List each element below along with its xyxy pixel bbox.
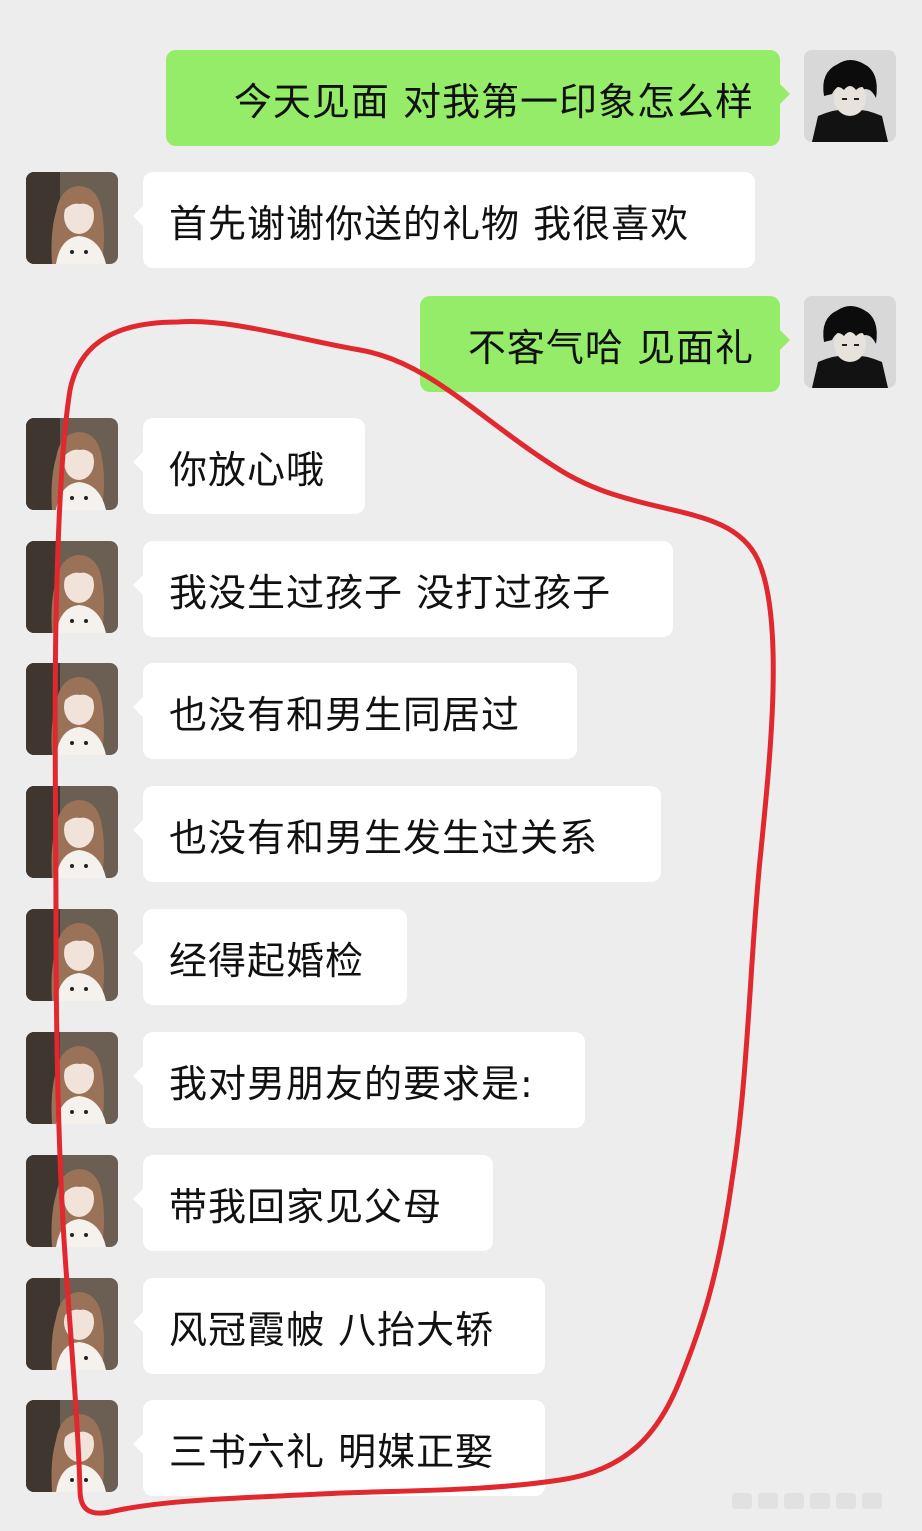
her-avatar[interactable]: [26, 1400, 118, 1492]
message-row: 三书六礼 明媒正娶: [0, 1400, 922, 1496]
watermark-icon: [732, 1493, 882, 1509]
message-row: 你放心哦: [0, 418, 922, 514]
message-row: 经得起婚检: [0, 909, 922, 1005]
girl-photo-avatar-icon: [26, 172, 118, 264]
girl-photo-avatar-icon: [26, 909, 118, 1001]
her-avatar[interactable]: [26, 541, 118, 633]
message-bubble-received[interactable]: 风冠霞帔 八抬大轿: [133, 1278, 545, 1374]
message-text: 首先谢谢你送的礼物 我很喜欢: [169, 201, 690, 246]
message-text: 三书六礼 明媒正娶: [169, 1429, 495, 1474]
her-avatar[interactable]: [26, 786, 118, 878]
message-text: 不客气哈 见面礼: [467, 325, 754, 370]
her-avatar[interactable]: [26, 1155, 118, 1247]
message-text: 也没有和男生同居过: [169, 692, 521, 737]
her-avatar[interactable]: [26, 1032, 118, 1124]
girl-photo-avatar-icon: [26, 786, 118, 878]
girl-photo-avatar-icon: [26, 663, 118, 755]
message-bubble-sent[interactable]: 不客气哈 见面礼: [420, 296, 790, 392]
message-row: 我对男朋友的要求是:: [0, 1032, 922, 1128]
anime-boy-avatar-icon: [804, 296, 896, 388]
message-text: 带我回家见父母: [169, 1184, 443, 1229]
her-avatar[interactable]: [26, 172, 118, 264]
message-text: 你放心哦: [169, 447, 326, 492]
girl-photo-avatar-icon: [26, 1278, 118, 1370]
message-row: 也没有和男生同居过: [0, 663, 922, 759]
her-avatar[interactable]: [26, 418, 118, 510]
message-bubble-received[interactable]: 也没有和男生同居过: [133, 663, 577, 759]
message-bubble-received[interactable]: 我没生过孩子 没打过孩子: [133, 541, 673, 637]
message-bubble-received[interactable]: 你放心哦: [133, 418, 365, 514]
her-avatar[interactable]: [26, 909, 118, 1001]
girl-photo-avatar-icon: [26, 1155, 118, 1247]
girl-photo-avatar-icon: [26, 541, 118, 633]
girl-photo-avatar-icon: [26, 1032, 118, 1124]
message-row: 也没有和男生发生过关系: [0, 786, 922, 882]
message-row: 风冠霞帔 八抬大轿: [0, 1278, 922, 1374]
anime-boy-avatar-icon: [804, 50, 896, 142]
message-row: 不客气哈 见面礼: [0, 296, 922, 392]
message-row: 我没生过孩子 没打过孩子: [0, 541, 922, 637]
message-text: 我没生过孩子 没打过孩子: [169, 570, 612, 615]
message-text: 我对男朋友的要求是:: [169, 1061, 534, 1106]
message-bubble-received[interactable]: 也没有和男生发生过关系: [133, 786, 661, 882]
chat-window: 今天见面 对我第一印象怎么样 首先谢谢你送的礼物 我很喜欢 不客气哈 见面礼 你…: [0, 0, 922, 1531]
message-bubble-received[interactable]: 三书六礼 明媒正娶: [133, 1400, 545, 1496]
message-row: 带我回家见父母: [0, 1155, 922, 1251]
message-text: 今天见面 对我第一印象怎么样: [233, 79, 754, 124]
message-bubble-sent[interactable]: 今天见面 对我第一印象怎么样: [166, 50, 790, 146]
her-avatar[interactable]: [26, 1278, 118, 1370]
girl-photo-avatar-icon: [26, 418, 118, 510]
message-bubble-received[interactable]: 经得起婚检: [133, 909, 407, 1005]
message-text: 风冠霞帔 八抬大轿: [169, 1307, 495, 1352]
message-row: 今天见面 对我第一印象怎么样: [0, 50, 922, 146]
message-bubble-received[interactable]: 我对男朋友的要求是:: [133, 1032, 585, 1128]
message-text: 经得起婚检: [169, 938, 365, 983]
message-bubble-received[interactable]: 首先谢谢你送的礼物 我很喜欢: [133, 172, 755, 268]
her-avatar[interactable]: [26, 663, 118, 755]
my-avatar[interactable]: [804, 296, 896, 388]
message-bubble-received[interactable]: 带我回家见父母: [133, 1155, 493, 1251]
girl-photo-avatar-icon: [26, 1400, 118, 1492]
my-avatar[interactable]: [804, 50, 896, 142]
message-text: 也没有和男生发生过关系: [169, 815, 599, 860]
message-row: 首先谢谢你送的礼物 我很喜欢: [0, 172, 922, 268]
